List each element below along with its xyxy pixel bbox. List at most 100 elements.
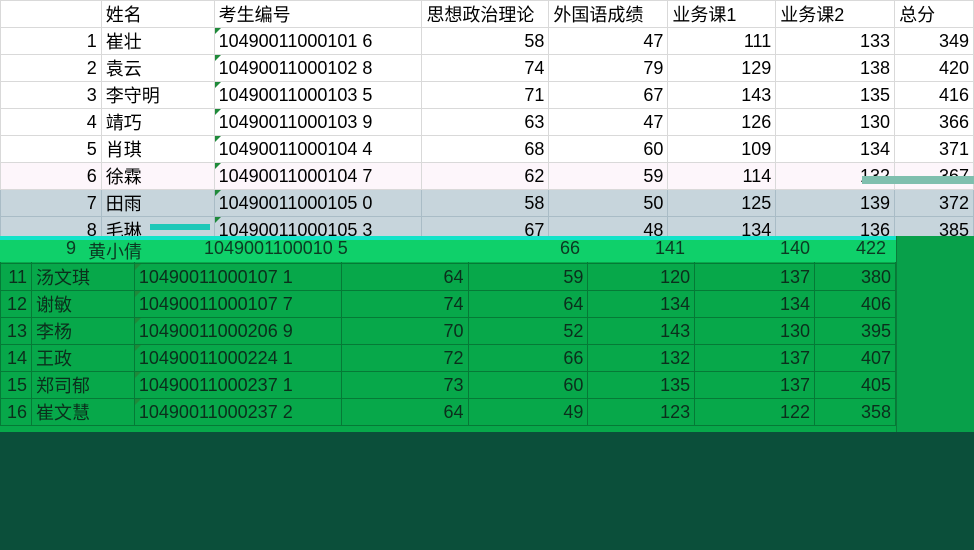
cell-politics[interactable]: 74 (340, 290, 469, 318)
cell-total[interactable]: 358 (814, 398, 896, 426)
table-row[interactable]: 14 王政 10490011000224 1 72 66 132 137 407 (0, 344, 896, 372)
cell-name[interactable]: 崔壮 (100, 27, 215, 55)
cell-name[interactable]: 李守明 (100, 81, 215, 109)
cell-total[interactable]: 420 (894, 54, 974, 82)
cell-course-2[interactable]: 137 (694, 344, 816, 372)
cell-foreign-language[interactable]: 60 (467, 371, 589, 399)
cell-total[interactable]: 416 (894, 81, 974, 109)
cell-course-2[interactable]: 134 (775, 135, 896, 163)
cell-politics[interactable]: 64 (340, 263, 469, 291)
cell-name[interactable]: 谢敏 (30, 290, 135, 318)
cell-exam-id[interactable]: 10490011000224 1 (133, 344, 342, 372)
cell-foreign-language[interactable]: 64 (467, 290, 589, 318)
cell-course-2[interactable]: 134 (694, 290, 816, 318)
cell-exam-id[interactable]: 10490011000102 8 (213, 54, 423, 82)
cell-foreign-language[interactable]: 49 (467, 398, 589, 426)
cell-exam-id[interactable]: 10490011000101 6 (213, 27, 423, 55)
cell-course-1[interactable]: 125 (667, 189, 777, 217)
table-row[interactable]: 4 靖巧 10490011000103 9 63 47 126 130 366 (0, 108, 974, 136)
cell-foreign-language[interactable]: 52 (467, 317, 589, 345)
cell-politics[interactable]: 74 (421, 54, 550, 82)
cell-course-2[interactable]: 140 (780, 238, 810, 259)
cell-politics[interactable]: 58 (421, 189, 550, 217)
cell-foreign-language[interactable]: 79 (548, 54, 669, 82)
header-politics[interactable]: 思想政治理论 (421, 0, 550, 28)
table-row[interactable]: 13 李杨 10490011000206 9 70 52 143 130 395 (0, 317, 896, 345)
cell-name[interactable]: 靖巧 (100, 108, 215, 136)
cell-politics[interactable]: 73 (340, 371, 469, 399)
table-row[interactable]: 7 田雨 10490011000105 0 58 50 125 139 372 (0, 189, 974, 217)
cell-exam-id[interactable]: 10490011000107 1 (133, 263, 342, 291)
cell-course-2[interactable]: 133 (775, 27, 896, 55)
cell-exam-id[interactable]: 10490011000104 4 (213, 135, 423, 163)
cell-exam-id[interactable]: 1049001100010 5 (204, 238, 348, 259)
cell-course-2[interactable]: 135 (775, 81, 896, 109)
cell-total[interactable]: 372 (894, 189, 974, 217)
cell-name[interactable]: 肖琪 (100, 135, 215, 163)
cell-course-1[interactable]: 143 (667, 81, 777, 109)
cell-name[interactable]: 王政 (30, 344, 135, 372)
cell-total[interactable]: 406 (814, 290, 896, 318)
cell-course-1[interactable]: 135 (587, 371, 696, 399)
cell-course-1[interactable]: 132 (587, 344, 696, 372)
cell-exam-id[interactable]: 10490011000103 5 (213, 81, 423, 109)
cell-total[interactable]: 422 (856, 238, 886, 259)
cell-course-2[interactable]: 138 (775, 54, 896, 82)
table-row[interactable]: 12 谢敏 10490011000107 7 74 64 134 134 406 (0, 290, 896, 318)
cell-name[interactable]: 崔文慧 (30, 398, 135, 426)
cell-politics[interactable]: 62 (421, 162, 550, 190)
cell-total[interactable]: 407 (814, 344, 896, 372)
table-row[interactable]: 15 郑司郁 10490011000237 1 73 60 135 137 405 (0, 371, 896, 399)
cell-course-1[interactable]: 134 (587, 290, 696, 318)
cell-course-1[interactable]: 109 (667, 135, 777, 163)
cell-name[interactable]: 黄小倩 (88, 238, 142, 264)
table-row[interactable]: 11 汤文琪 10490011000107 1 64 59 120 137 380 (0, 263, 896, 291)
cell-name[interactable]: 李杨 (30, 317, 135, 345)
table-row[interactable]: 1 崔壮 10490011000101 6 58 47 111 133 349 (0, 27, 974, 55)
cell-total[interactable]: 371 (894, 135, 974, 163)
cell-exam-id[interactable]: 10490011000206 9 (133, 317, 342, 345)
cell-course-1[interactable]: 141 (655, 238, 685, 259)
cell-total[interactable]: 366 (894, 108, 974, 136)
table-row[interactable]: 16 崔文慧 10490011000237 2 64 49 123 122 358 (0, 398, 896, 426)
cell-course-2[interactable]: 137 (694, 263, 816, 291)
header-total[interactable]: 总分 (894, 0, 974, 28)
cell-foreign-language[interactable]: 66 (560, 238, 580, 259)
table-row[interactable]: 2 袁云 10490011000102 8 74 79 129 138 420 (0, 54, 974, 82)
cell-course-1[interactable]: 143 (587, 317, 696, 345)
cell-name[interactable]: 汤文琪 (30, 263, 135, 291)
cell-course-2[interactable]: 139 (775, 189, 896, 217)
cell-name[interactable]: 袁云 (100, 54, 215, 82)
cell-name[interactable]: 郑司郁 (30, 371, 135, 399)
cell-name[interactable]: 田雨 (100, 189, 215, 217)
cell-foreign-language[interactable]: 59 (467, 263, 589, 291)
cell-course-1[interactable]: 114 (667, 162, 777, 190)
cell-politics[interactable]: 71 (421, 81, 550, 109)
cell-course-1[interactable]: 126 (667, 108, 777, 136)
cell-total[interactable]: 380 (814, 263, 896, 291)
header-foreign-language[interactable]: 外国语成绩 (548, 0, 669, 28)
cell-politics[interactable]: 64 (340, 398, 469, 426)
cell-exam-id[interactable]: 10490011000105 0 (213, 189, 423, 217)
cell-exam-id[interactable]: 10490011000107 7 (133, 290, 342, 318)
cell-politics[interactable]: 68 (421, 135, 550, 163)
cell-foreign-language[interactable]: 67 (548, 81, 669, 109)
header-course-1[interactable]: 业务课1 (667, 0, 777, 28)
header-name[interactable]: 姓名 (100, 0, 215, 28)
cell-foreign-language[interactable]: 60 (548, 135, 669, 163)
cell-name[interactable]: 徐霖 (100, 162, 215, 190)
cell-total[interactable]: 405 (814, 371, 896, 399)
cell-foreign-language[interactable]: 47 (548, 108, 669, 136)
cell-course-2[interactable]: 130 (775, 108, 896, 136)
cell-politics[interactable]: 58 (421, 27, 550, 55)
cell-foreign-language[interactable]: 66 (467, 344, 589, 372)
cell-exam-id[interactable]: 10490011000104 7 (213, 162, 423, 190)
cell-politics[interactable]: 72 (340, 344, 469, 372)
table-row[interactable]: 3 李守明 10490011000103 5 71 67 143 135 416 (0, 81, 974, 109)
table-row[interactable]: 5 肖琪 10490011000104 4 68 60 109 134 371 (0, 135, 974, 163)
cell-foreign-language[interactable]: 50 (548, 189, 669, 217)
cell-course-1[interactable]: 120 (587, 263, 696, 291)
cell-course-1[interactable]: 123 (587, 398, 696, 426)
cell-politics[interactable]: 70 (340, 317, 469, 345)
cell-foreign-language[interactable]: 59 (548, 162, 669, 190)
